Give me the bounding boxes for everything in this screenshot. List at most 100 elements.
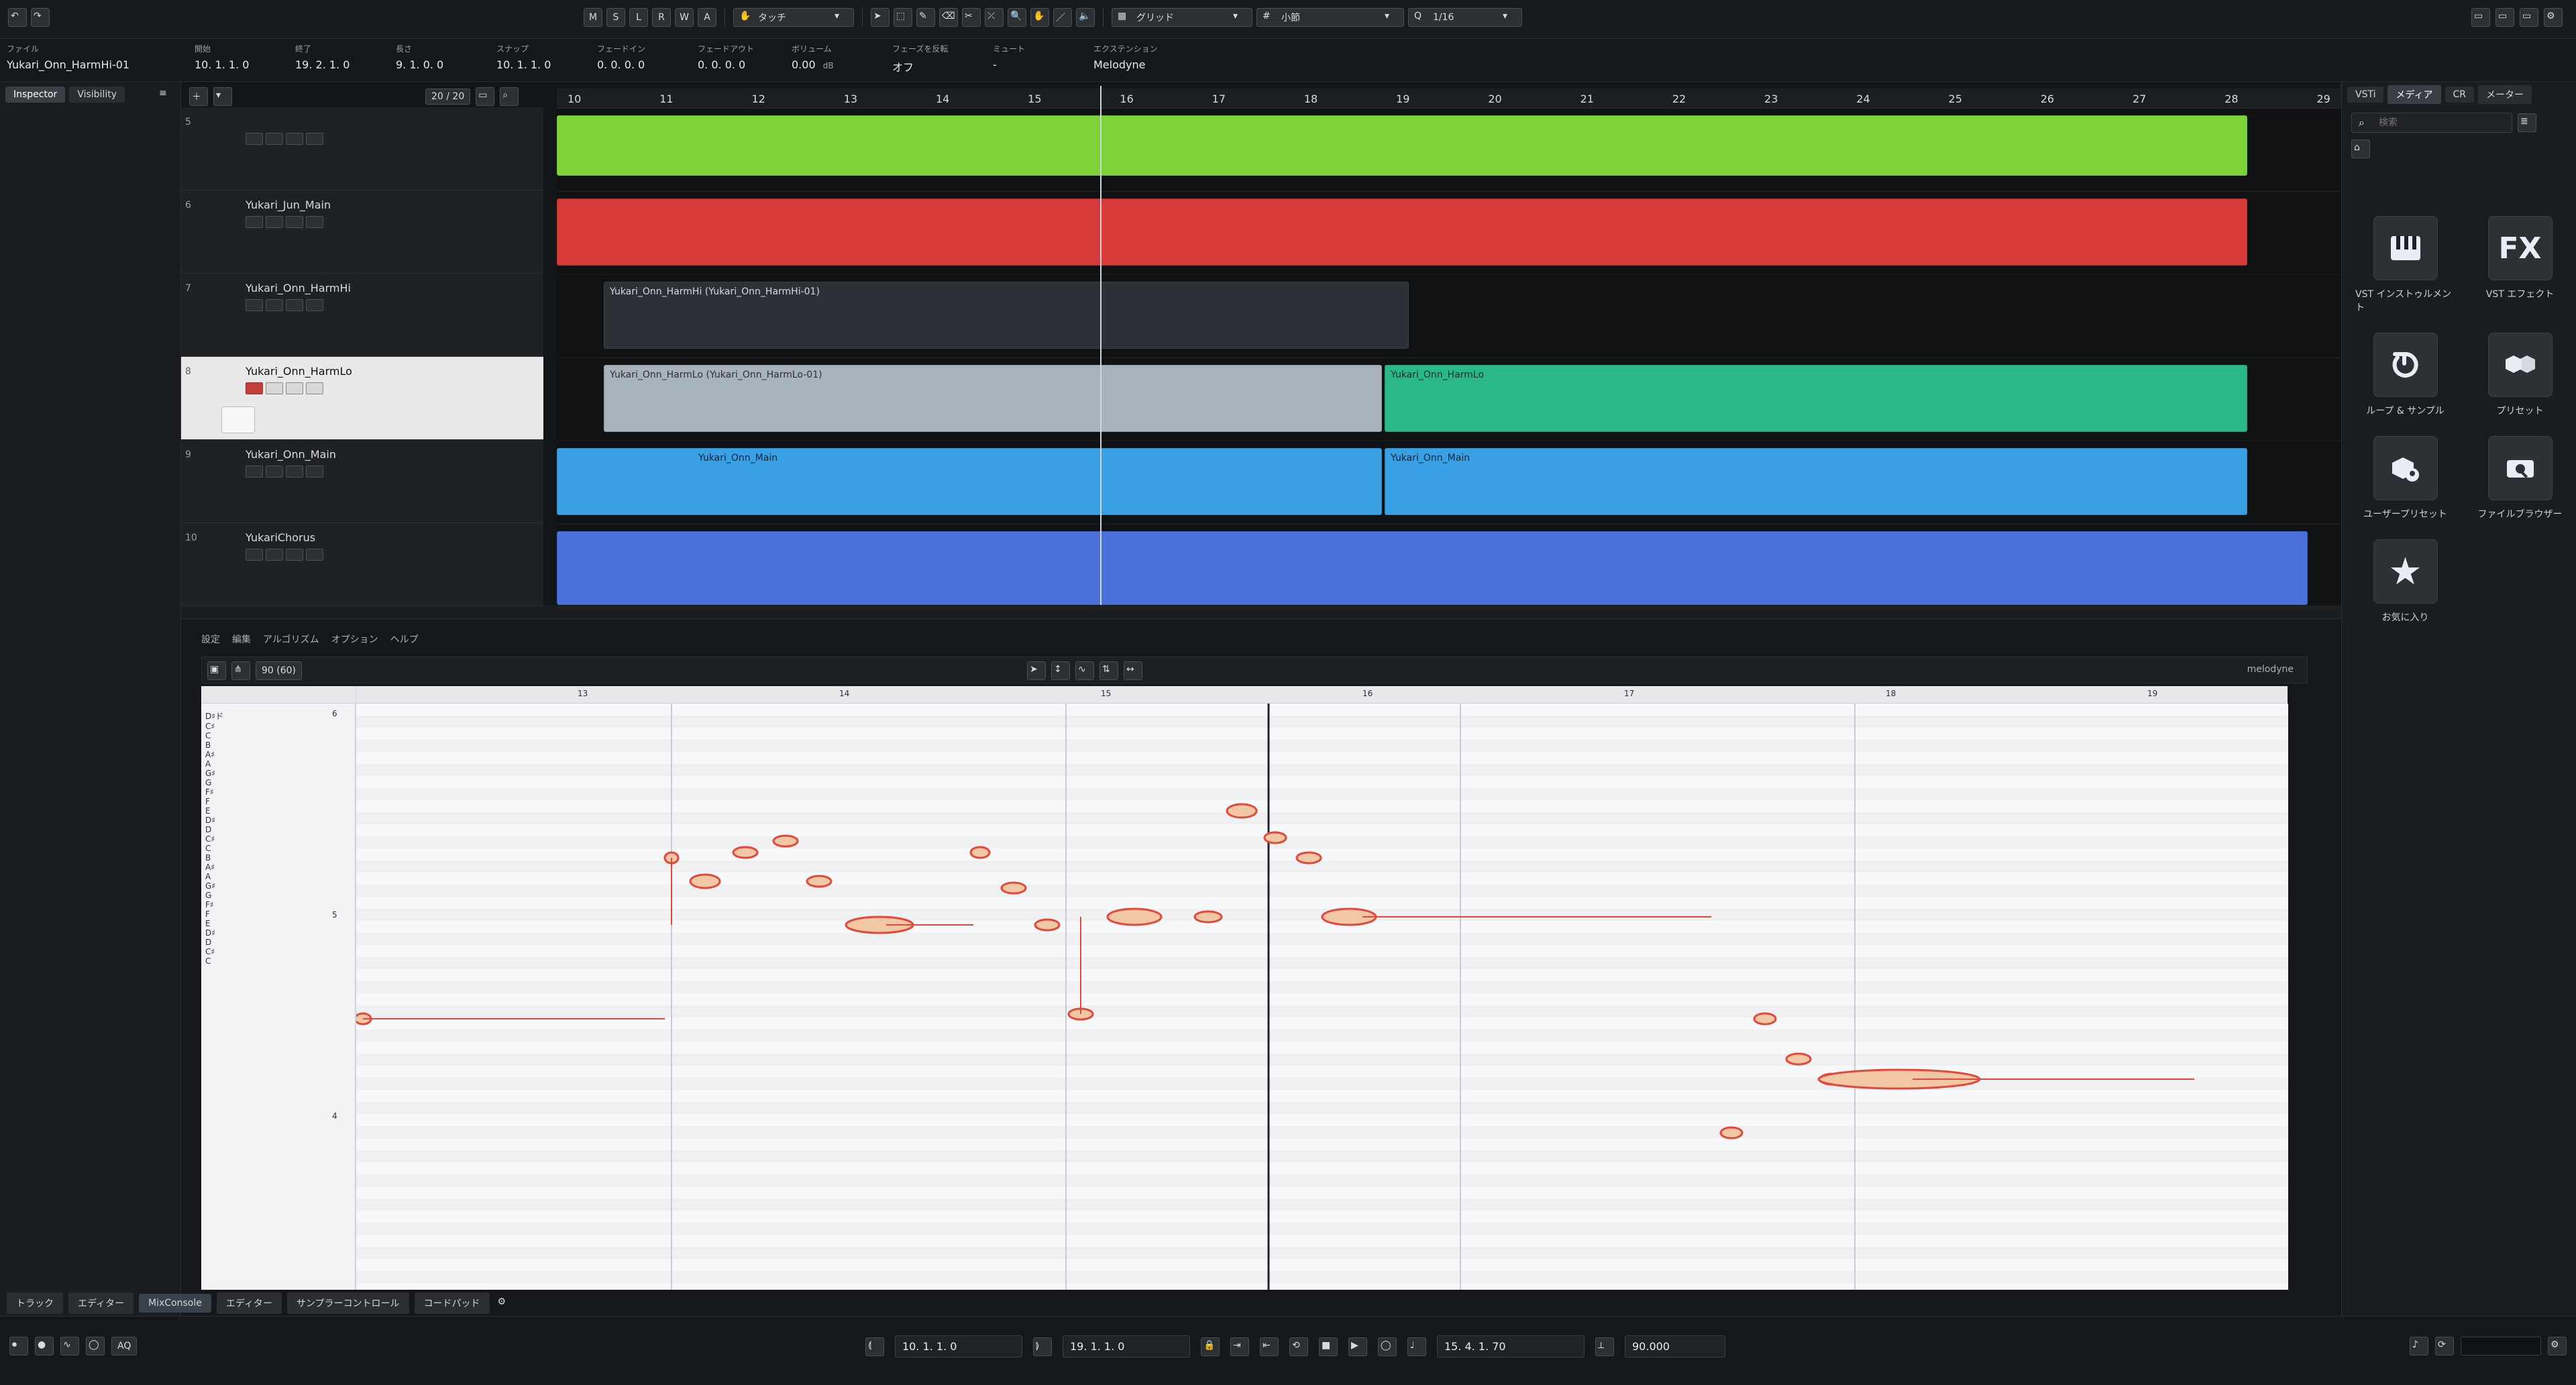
- audio-event[interactable]: Yukari_Onn_Main: [1385, 448, 2247, 515]
- note-canvas[interactable]: [356, 704, 2288, 1290]
- editor-ruler[interactable]: 13 14 15 16 17 18 19: [356, 686, 2288, 704]
- position-field[interactable]: 15. 4. 1. 70: [1437, 1335, 1585, 1358]
- pointer-tool[interactable]: ➤: [871, 8, 890, 27]
- tab-chord-pads[interactable]: コードパッド: [414, 1292, 490, 1314]
- monitor-mode-button[interactable]: ◯: [86, 1337, 105, 1355]
- monitor-button[interactable]: [266, 465, 283, 478]
- snap-select[interactable]: # 小節 ▾: [1256, 8, 1404, 27]
- audio-event[interactable]: Yukari_Onn_Main: [557, 448, 1382, 515]
- aq-button[interactable]: AQ: [111, 1337, 138, 1355]
- layout-lower-toggle[interactable]: ▭: [2496, 8, 2514, 27]
- tab-meter[interactable]: メーター: [2478, 85, 2532, 104]
- lane[interactable]: Yukari_Onn_HarmLo (Yukari_Onn_HarmLo-01)…: [557, 358, 2341, 441]
- mute-value[interactable]: -: [993, 58, 1025, 71]
- file-name[interactable]: Yukari_Onn_HarmHi-01: [7, 58, 129, 71]
- write-button[interactable]: [306, 299, 323, 311]
- glue-tool[interactable]: ⤫: [985, 8, 1004, 27]
- monitor-button[interactable]: [266, 299, 283, 311]
- audio-event[interactable]: [557, 115, 2247, 176]
- lane[interactable]: [557, 524, 2341, 608]
- media-item[interactable]: ループ & サンプル: [2355, 333, 2455, 417]
- tool-amplitude[interactable]: ⇅: [1099, 661, 1118, 680]
- punch-in-button[interactable]: ⇥: [1230, 1337, 1249, 1356]
- lane[interactable]: Yukari_Onn_Main Yukari_Onn_Main: [557, 441, 2341, 524]
- search-field[interactable]: ⌕: [2351, 113, 2512, 133]
- audio-event[interactable]: Yukari_Onn_HarmLo (Yukari_Onn_HarmLo-01): [604, 365, 1382, 432]
- track-row[interactable]: 6 Yukari_Jun_Main: [181, 190, 543, 274]
- track-name[interactable]: Yukari_Onn_HarmHi: [246, 282, 351, 294]
- search-input[interactable]: [2377, 117, 2498, 129]
- track-name[interactable]: Yukari_Onn_Main: [246, 448, 336, 461]
- snap-info-value[interactable]: 10. 1. 1. 0: [496, 58, 551, 71]
- home-button[interactable]: ⌂: [2351, 140, 2370, 158]
- cycle-button[interactable]: ⟲: [1289, 1337, 1308, 1356]
- sync-button[interactable]: ⟳: [2435, 1337, 2454, 1355]
- track-name[interactable]: YukariChorus: [246, 531, 315, 544]
- event-display[interactable]: Yukari_Onn_HarmHi (Yukari_Onn_HarmHi-01)…: [557, 86, 2341, 608]
- tab-editor[interactable]: エディター: [216, 1292, 282, 1314]
- tempo-mode-button[interactable]: ⟂: [1595, 1337, 1614, 1356]
- write-button[interactable]: [306, 216, 323, 228]
- lane[interactable]: [557, 109, 2341, 192]
- track-name[interactable]: Yukari_Onn_HarmLo: [246, 365, 352, 378]
- tab-visibility[interactable]: Visibility: [69, 87, 125, 103]
- media-item[interactable]: ユーザープリセット: [2355, 436, 2455, 520]
- extension-value[interactable]: Melodyne: [1093, 58, 1158, 71]
- track-row[interactable]: 5: [181, 107, 543, 190]
- mute-toggle[interactable]: M: [584, 8, 602, 27]
- listen-toggle[interactable]: L: [629, 8, 648, 27]
- fadein-value[interactable]: 0. 0. 0. 0: [597, 58, 645, 71]
- media-item[interactable]: ★ お気に入り: [2355, 539, 2455, 624]
- tool-pitch[interactable]: ↕: [1051, 661, 1070, 680]
- write-button[interactable]: [306, 133, 323, 145]
- layout-right-toggle[interactable]: ▭: [2520, 8, 2538, 27]
- read-button[interactable]: [286, 216, 303, 228]
- left-locator-button[interactable]: ⟬: [865, 1337, 884, 1356]
- media-item[interactable]: FX VST エフェクト: [2470, 216, 2570, 314]
- read-button[interactable]: [286, 549, 303, 561]
- media-item[interactable]: VST インストゥルメント: [2355, 216, 2455, 314]
- tracklist-settings-button[interactable]: ▭: [476, 87, 495, 106]
- menu-item[interactable]: 編集: [232, 632, 251, 646]
- fadeout-value[interactable]: 0. 0. 0. 0: [698, 58, 754, 71]
- volume-value[interactable]: 0.00 dB: [792, 58, 834, 71]
- monitor-button[interactable]: [266, 133, 283, 145]
- tab-mixconsole[interactable]: MixConsole: [139, 1294, 211, 1313]
- read-button[interactable]: [286, 465, 303, 478]
- read-button[interactable]: [286, 382, 303, 394]
- zoom-tool[interactable]: 🔍: [1008, 8, 1026, 27]
- range-tool[interactable]: ⬚: [894, 8, 912, 27]
- metronome-button[interactable]: ♪: [2410, 1337, 2428, 1355]
- layout-left-toggle[interactable]: ▭: [2471, 8, 2490, 27]
- read-toggle[interactable]: R: [652, 8, 671, 27]
- punch-out-button[interactable]: ⇤: [1260, 1337, 1279, 1356]
- media-item[interactable]: ファイルブラウザー: [2470, 436, 2570, 520]
- scissors-tool[interactable]: ✂: [962, 8, 981, 27]
- add-track-button[interactable]: ＋: [189, 87, 208, 106]
- track-name[interactable]: Yukari_Jun_Main: [246, 199, 331, 211]
- record-enable-button[interactable]: [246, 299, 263, 311]
- write-button[interactable]: [306, 549, 323, 561]
- track-row[interactable]: 9 Yukari_Onn_Main: [181, 440, 543, 523]
- length-value[interactable]: 9. 1. 0. 0: [396, 58, 443, 71]
- status-record-button[interactable]: ⏺: [9, 1337, 28, 1355]
- lower-zone-settings-button[interactable]: ⚙: [495, 1294, 514, 1313]
- panel-toggle-button[interactable]: ▣: [207, 661, 226, 680]
- tuning-fork-button[interactable]: ⋔: [231, 661, 250, 680]
- lane[interactable]: [557, 192, 2341, 275]
- tempo-field[interactable]: 90.000: [1625, 1335, 1725, 1358]
- monitor-button[interactable]: [266, 549, 283, 561]
- lane[interactable]: Yukari_Onn_HarmHi (Yukari_Onn_HarmHi-01): [557, 275, 2341, 358]
- zoom-field[interactable]: 90 (60): [256, 661, 303, 680]
- tool-main[interactable]: ➤: [1027, 661, 1046, 680]
- status-mode-button[interactable]: ●: [35, 1337, 54, 1355]
- solo-toggle[interactable]: S: [606, 8, 625, 27]
- record-enable-button[interactable]: [246, 133, 263, 145]
- position-mode-button[interactable]: ♩: [1407, 1337, 1426, 1356]
- read-button[interactable]: [286, 133, 303, 145]
- touch-mode-select[interactable]: ✋ タッチ ▾: [733, 8, 854, 27]
- pencil-tool[interactable]: ✎: [916, 8, 935, 27]
- write-button[interactable]: [306, 382, 323, 394]
- tab-sampler-control[interactable]: サンプラーコントロール: [286, 1292, 409, 1314]
- melodyne-note-editor[interactable]: 13 14 15 16 17 18 19: [356, 686, 2288, 1290]
